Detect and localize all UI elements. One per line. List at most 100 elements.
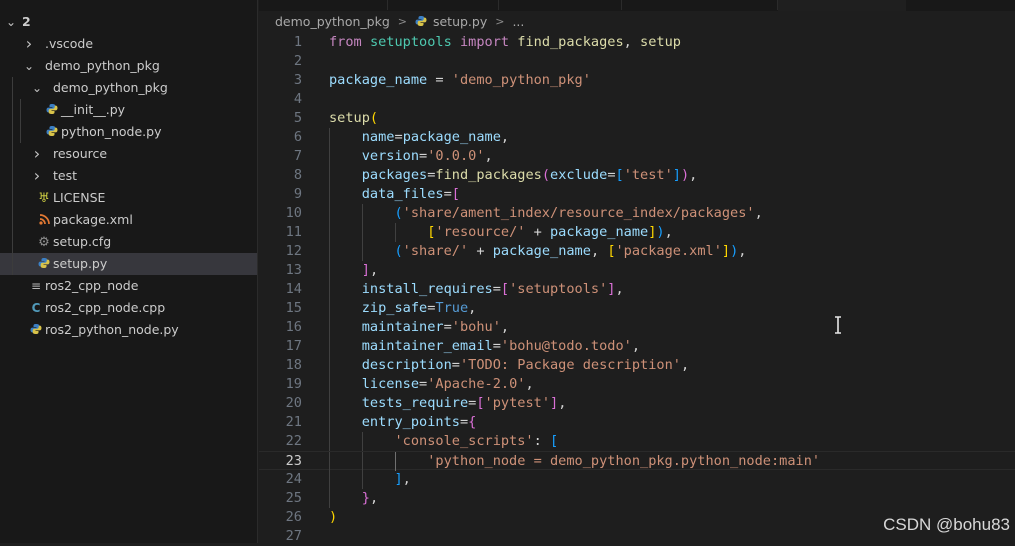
code-line[interactable]: 13 ], bbox=[259, 261, 1015, 280]
tree-item-label: ros2_python_node.py bbox=[45, 322, 179, 337]
breadcrumb-file[interactable]: setup.py bbox=[433, 12, 487, 32]
tree-file[interactable]: ♅ LICENSE bbox=[0, 187, 257, 209]
chevron-right-icon: > bbox=[397, 15, 407, 28]
chevron-down-icon: ⌄ bbox=[31, 81, 43, 95]
line-number: 7 bbox=[293, 148, 302, 164]
tree-folder[interactable]: ⌄ demo_python_pkg bbox=[0, 77, 257, 99]
code-line[interactable]: 20 tests_require=['pytest'], bbox=[259, 394, 1015, 413]
code-line[interactable]: 10 ('share/ament_index/resource_index/pa… bbox=[259, 204, 1015, 223]
code-line[interactable]: 8 packages=find_packages(exclude=['test'… bbox=[259, 166, 1015, 185]
python-file-icon bbox=[37, 253, 51, 275]
editor-area: demo_python_pkg > setup.py > ... 1 from s… bbox=[259, 0, 1015, 544]
tree-file[interactable]: setup.py bbox=[0, 253, 257, 275]
code-text: install_requires=['setuptools'], bbox=[361, 281, 624, 297]
line-number: 19 bbox=[285, 376, 302, 392]
line-number: 15 bbox=[285, 300, 302, 316]
python-file-icon bbox=[45, 99, 59, 121]
indent-guide bbox=[12, 165, 13, 187]
breadcrumb-symbols[interactable]: ... bbox=[512, 12, 524, 32]
code-line[interactable]: 1 from setuptools import find_packages, s… bbox=[259, 33, 1015, 52]
python-file-icon bbox=[29, 319, 43, 341]
tree-folder[interactable]: › resource bbox=[0, 143, 257, 165]
code-line[interactable]: 3 package_name = 'demo_python_pkg' bbox=[259, 71, 1015, 90]
code-line[interactable]: 14 install_requires=['setuptools'], bbox=[259, 280, 1015, 299]
line-number: 8 bbox=[293, 167, 302, 183]
code-line[interactable]: 4 bbox=[259, 90, 1015, 109]
code-text: 'console_scripts': [ bbox=[394, 433, 559, 449]
tree-file[interactable]: Cros2_cpp_node.cpp bbox=[0, 297, 257, 319]
line-number: 21 bbox=[285, 414, 302, 430]
code-line[interactable]: 24 ], bbox=[259, 470, 1015, 489]
line-number: 20 bbox=[285, 395, 302, 411]
tree-item-label: demo_python_pkg bbox=[53, 80, 168, 95]
tree-file[interactable]: package.xml bbox=[0, 209, 257, 231]
line-number: 26 bbox=[285, 509, 302, 525]
code-line[interactable]: 22 'console_scripts': [ bbox=[259, 432, 1015, 451]
code-line-current[interactable]: 23 'python_node = demo_python_pkg.python… bbox=[259, 451, 1015, 471]
code-line[interactable]: 15 zip_safe=True, bbox=[259, 299, 1015, 318]
chevron-right-icon: › bbox=[33, 144, 41, 163]
line-number: 24 bbox=[285, 471, 302, 487]
tree-folder[interactable]: ⌄ demo_python_pkg bbox=[0, 55, 257, 77]
tree-item-label: ros2_cpp_node bbox=[45, 278, 139, 293]
tree-file[interactable]: ≡ ros2_cpp_node bbox=[0, 275, 257, 297]
tree-item-label: test bbox=[53, 168, 78, 183]
tree-item-label: resource bbox=[53, 146, 108, 161]
tab[interactable] bbox=[388, 0, 499, 10]
code-line[interactable]: 11 ['resource/' + package_name]), bbox=[259, 223, 1015, 242]
code-line[interactable]: 2 bbox=[259, 52, 1015, 71]
line-number: 6 bbox=[293, 129, 302, 145]
line-number: 14 bbox=[285, 281, 302, 297]
code-text: packages=find_packages(exclude=['test'])… bbox=[361, 167, 698, 183]
tab-strip bbox=[259, 0, 1015, 11]
indent-guide bbox=[12, 187, 13, 209]
chevron-down-icon: ⌄ bbox=[23, 59, 35, 73]
code-text: package_name = 'demo_python_pkg' bbox=[329, 72, 591, 88]
indent-guide bbox=[12, 231, 13, 253]
code-text: description='TODO: Package description', bbox=[361, 357, 690, 373]
line-number: 10 bbox=[285, 205, 302, 221]
tree-file[interactable]: __init__.py bbox=[0, 99, 257, 121]
line-number: 25 bbox=[285, 490, 302, 506]
code-text: ) bbox=[329, 509, 338, 525]
line-number: 3 bbox=[293, 72, 302, 88]
tab[interactable] bbox=[259, 0, 388, 10]
tree-file[interactable]: ros2_python_node.py bbox=[0, 319, 257, 341]
explorer-root[interactable]: ⌄ 2 bbox=[0, 11, 257, 33]
code-line[interactable]: 17 maintainer_email='bohu@todo.todo', bbox=[259, 337, 1015, 356]
code-line[interactable]: 25 }, bbox=[259, 489, 1015, 508]
tree-item-label: package.xml bbox=[53, 212, 133, 227]
text-lines-file-icon: ≡ bbox=[30, 279, 42, 293]
rss-xml-file-icon bbox=[37, 209, 51, 231]
tree-folder[interactable]: › test bbox=[0, 165, 257, 187]
tab[interactable] bbox=[499, 0, 622, 10]
tab-active[interactable] bbox=[778, 0, 906, 11]
line-number: 1 bbox=[293, 34, 302, 50]
code-line[interactable]: 6 name=package_name, bbox=[259, 128, 1015, 147]
tab[interactable] bbox=[907, 0, 1015, 10]
tree-file[interactable]: ⚙ setup.cfg bbox=[0, 231, 257, 253]
code-line[interactable]: 7 version='0.0.0', bbox=[259, 147, 1015, 166]
chevron-right-icon: › bbox=[25, 34, 33, 53]
indent-guide bbox=[12, 253, 13, 275]
code-line[interactable]: 21 entry_points={ bbox=[259, 413, 1015, 432]
code-line[interactable]: 5 setup( bbox=[259, 109, 1015, 128]
chevron-right-icon: > bbox=[495, 15, 505, 28]
code-line[interactable]: 18 description='TODO: Package descriptio… bbox=[259, 356, 1015, 375]
code-line[interactable]: 19 license='Apache-2.0', bbox=[259, 375, 1015, 394]
tree-folder[interactable]: › .vscode bbox=[0, 33, 257, 55]
code-text: entry_points={ bbox=[361, 414, 477, 430]
code-text: ('share/ament_index/resource_index/packa… bbox=[394, 205, 763, 221]
indent-guide bbox=[12, 77, 13, 99]
line-number: 23 bbox=[285, 453, 302, 469]
indent-guide bbox=[20, 99, 21, 121]
code-line[interactable]: 12 ('share/' + package_name, ['package.x… bbox=[259, 242, 1015, 261]
line-number: 16 bbox=[285, 319, 302, 335]
line-number: 9 bbox=[293, 186, 302, 202]
code-line[interactable]: 16 maintainer='bohu', bbox=[259, 318, 1015, 337]
code-line[interactable]: 9 data_files=[ bbox=[259, 185, 1015, 204]
tree-file[interactable]: python_node.py bbox=[0, 121, 257, 143]
line-number: 5 bbox=[293, 110, 302, 126]
tab[interactable] bbox=[622, 0, 778, 10]
breadcrumb-folder[interactable]: demo_python_pkg bbox=[275, 12, 390, 32]
